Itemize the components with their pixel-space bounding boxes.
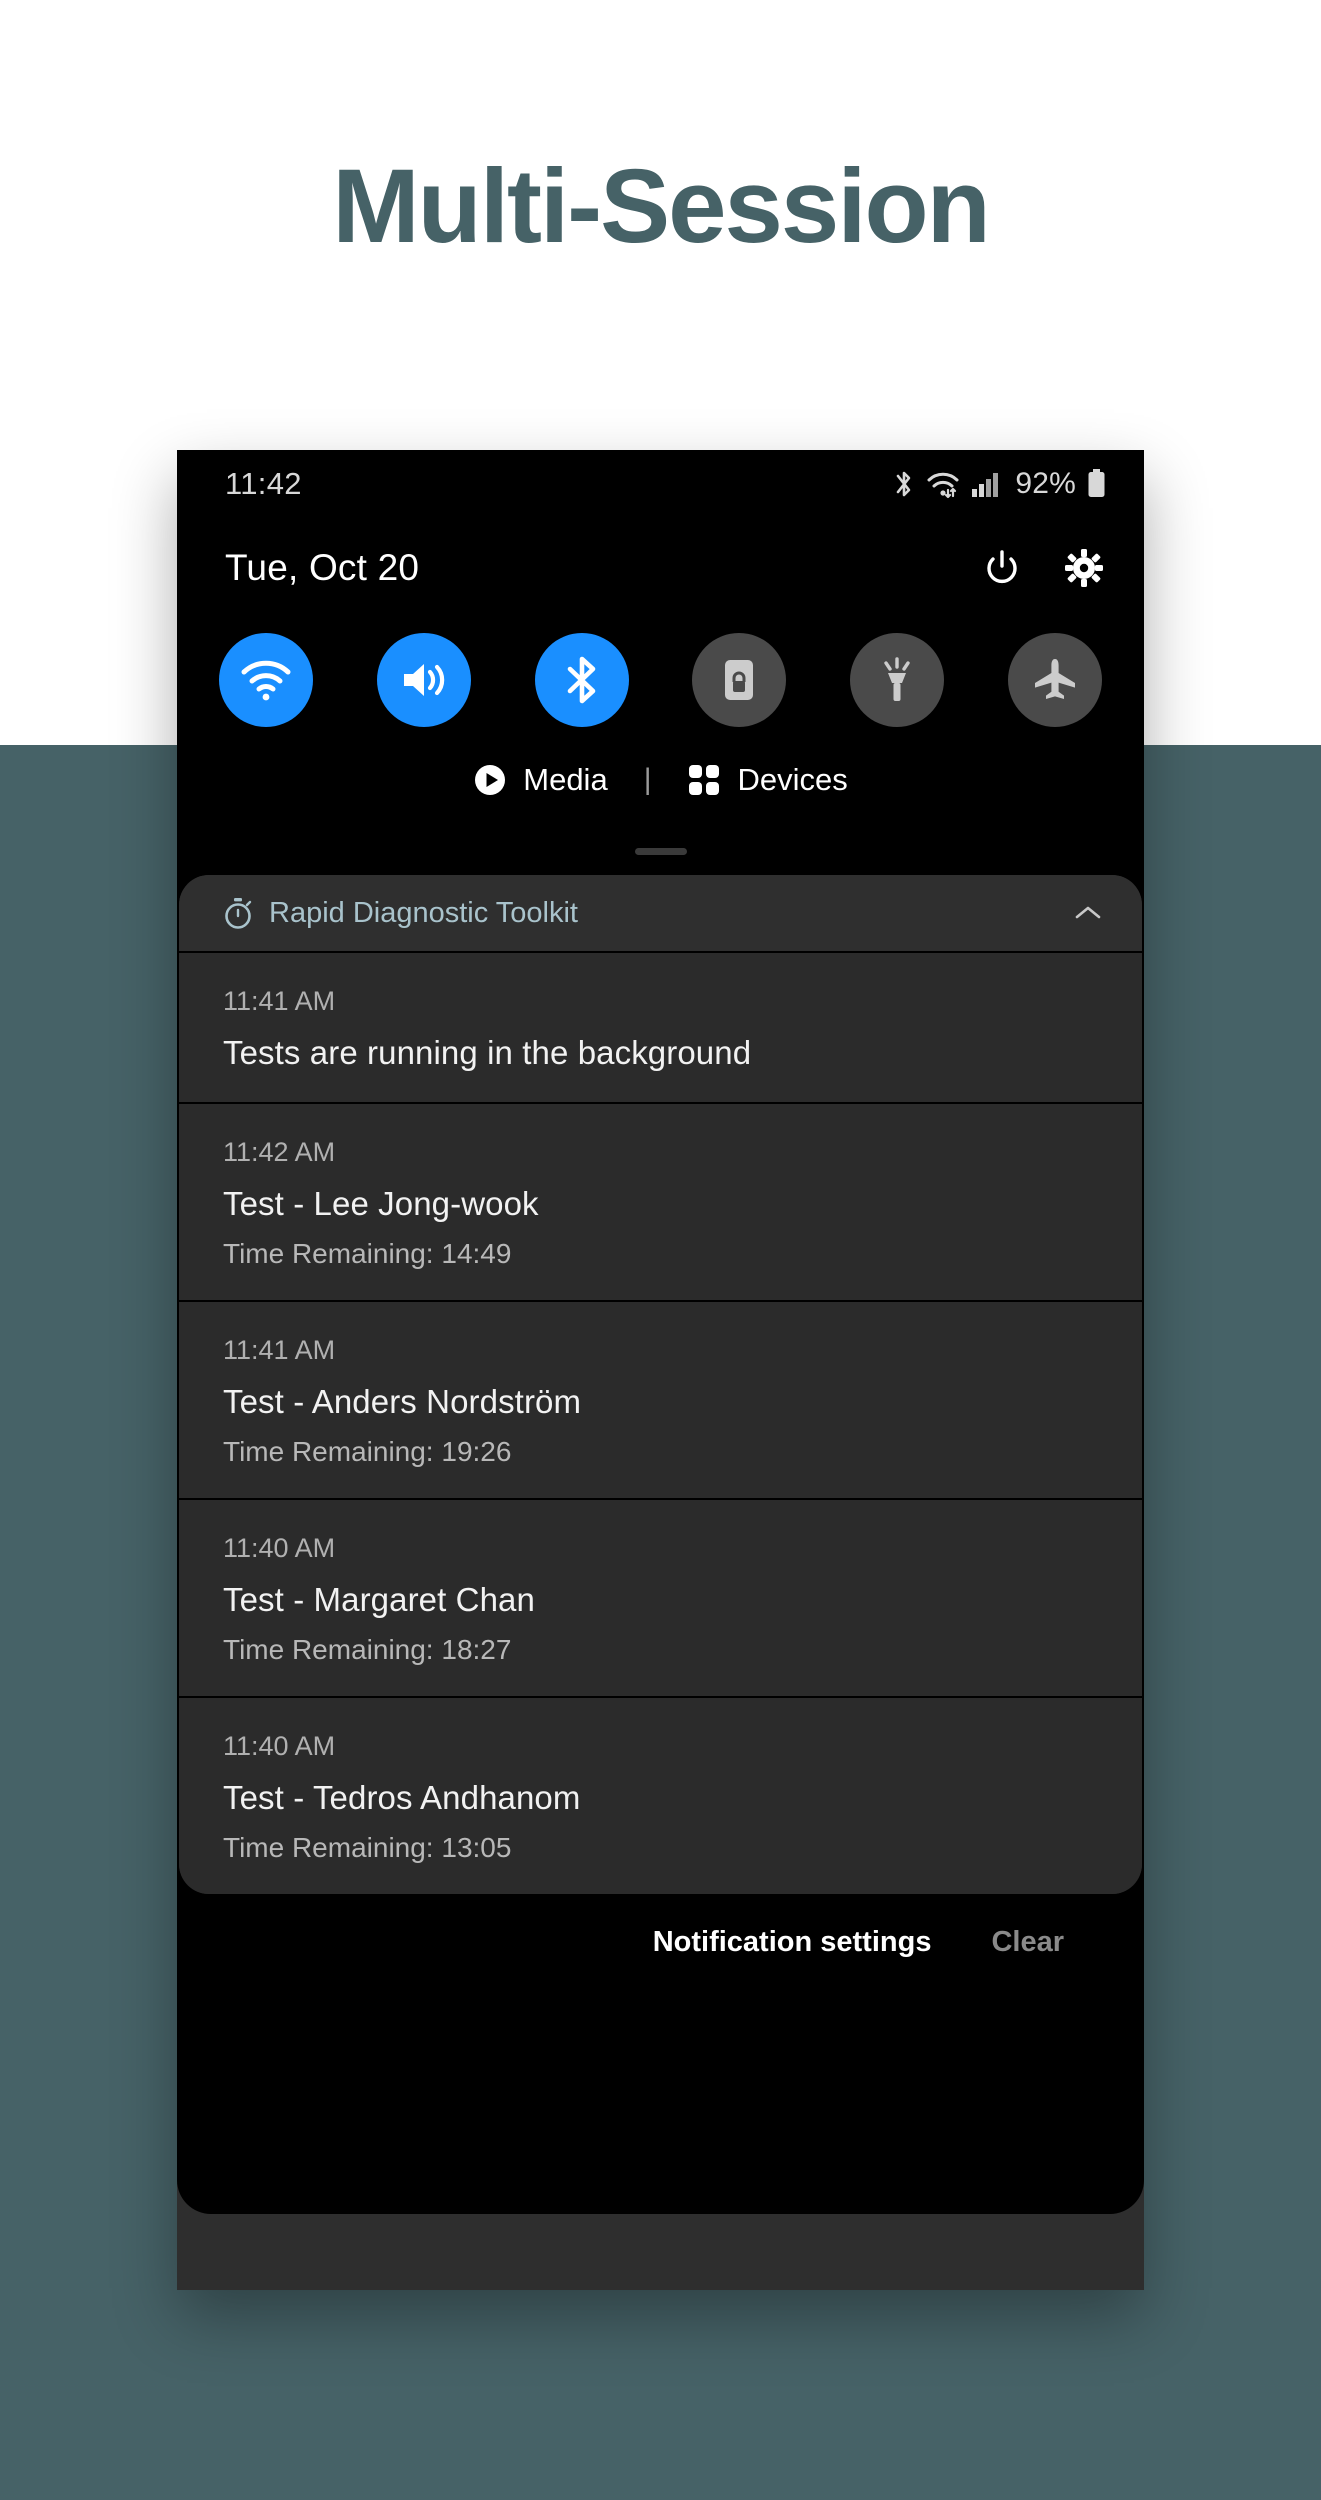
toggle-wifi[interactable]: [219, 633, 313, 727]
wifi-icon: [926, 468, 960, 500]
notification-shade: 11:42 92% Tue, Oct 20 Media | Devices Ra…: [177, 450, 1144, 2214]
notification-time: 11:42 AM: [223, 1137, 336, 1167]
media-devices-row: Media | Devices: [177, 745, 1144, 815]
bluetooth-icon: [893, 468, 915, 500]
notification-footer: Notification settings Clear: [179, 1894, 1142, 1990]
notification-time: 11:40 AM: [223, 1533, 336, 1563]
notification-time: 11:40 AM: [223, 1731, 336, 1761]
notification-title: Test - Tedros Andhanom: [223, 1779, 581, 1816]
volume-icon: [398, 657, 450, 703]
flashlight-icon: [875, 655, 919, 705]
toggle-flashlight[interactable]: [850, 633, 945, 727]
toggle-airplane-mode[interactable]: [1007, 633, 1102, 727]
status-bar-icons: 92%: [893, 467, 1106, 501]
power-icon[interactable]: [982, 548, 1022, 588]
notification-settings-button[interactable]: Notification settings: [653, 1926, 932, 1959]
play-circle-icon: [473, 763, 507, 797]
notification-row[interactable]: 11:40 AM Test - Margaret Chan Time Remai…: [179, 1498, 1142, 1696]
lock-icon: [719, 655, 759, 705]
gear-icon[interactable]: [1064, 548, 1104, 588]
phone-device-frame: 11:42 92% Tue, Oct 20 Media | Devices Ra…: [177, 450, 1144, 2290]
notification-title: Tests are running in the background: [223, 1034, 752, 1071]
notification-time: 11:41 AM: [223, 986, 336, 1016]
media-button[interactable]: Media: [473, 762, 608, 798]
cellular-signal-icon: [971, 469, 1001, 499]
notification-title: Test - Lee Jong-wook: [223, 1185, 539, 1222]
quick-panel-date-row: Tue, Oct 20: [177, 522, 1144, 614]
notification-row[interactable]: 11:42 AM Test - Lee Jong-wook Time Remai…: [179, 1102, 1142, 1300]
media-devices-separator: |: [643, 763, 652, 796]
status-bar-clock: 11:42: [225, 466, 302, 501]
notification-row[interactable]: 11:41 AM Tests are running in the backgr…: [179, 951, 1142, 1102]
clear-all-button[interactable]: Clear: [991, 1926, 1064, 1959]
devices-button[interactable]: Devices: [687, 762, 848, 798]
notification-subtitle: Time Remaining: 19:26: [223, 1436, 512, 1467]
notification-row[interactable]: 11:40 AM Test - Tedros Andhanom Time Rem…: [179, 1696, 1142, 1894]
status-bar: 11:42 92%: [177, 450, 1144, 518]
stopwatch-icon: [223, 897, 253, 929]
quick-settings-toggles: [177, 620, 1144, 740]
notification-row[interactable]: 11:41 AM Test - Anders Nordström Time Re…: [179, 1300, 1142, 1498]
media-label: Media: [523, 762, 608, 797]
airplane-icon: [1031, 656, 1079, 704]
devices-grid-icon: [687, 763, 721, 797]
battery-percent-label: 92%: [1015, 467, 1076, 500]
toggle-screen-lock[interactable]: [692, 633, 787, 727]
notification-group-card: Rapid Diagnostic Toolkit 11:41 AM Tests …: [179, 875, 1142, 1894]
battery-icon: [1087, 469, 1106, 499]
notification-title: Test - Margaret Chan: [223, 1581, 535, 1618]
notification-group-header[interactable]: Rapid Diagnostic Toolkit: [179, 875, 1142, 951]
date-label: Tue, Oct 20: [225, 547, 420, 588]
notification-app-name: Rapid Diagnostic Toolkit: [269, 896, 578, 929]
notification-subtitle: Time Remaining: 18:27: [223, 1634, 512, 1665]
notification-subtitle: Time Remaining: 14:49: [223, 1238, 512, 1269]
page-title: Multi-Session: [332, 148, 991, 265]
notification-subtitle: Time Remaining: 13:05: [223, 1832, 512, 1863]
toggle-bluetooth[interactable]: [534, 633, 629, 727]
toggle-sound[interactable]: [376, 633, 471, 727]
devices-label: Devices: [737, 762, 848, 797]
bluetooth-icon: [562, 655, 602, 705]
notification-time: 11:41 AM: [223, 1335, 336, 1365]
wifi-icon: [240, 657, 292, 703]
panel-drag-handle[interactable]: [634, 848, 687, 855]
notification-title: Test - Anders Nordström: [223, 1383, 582, 1420]
chevron-up-icon[interactable]: [1074, 904, 1102, 922]
